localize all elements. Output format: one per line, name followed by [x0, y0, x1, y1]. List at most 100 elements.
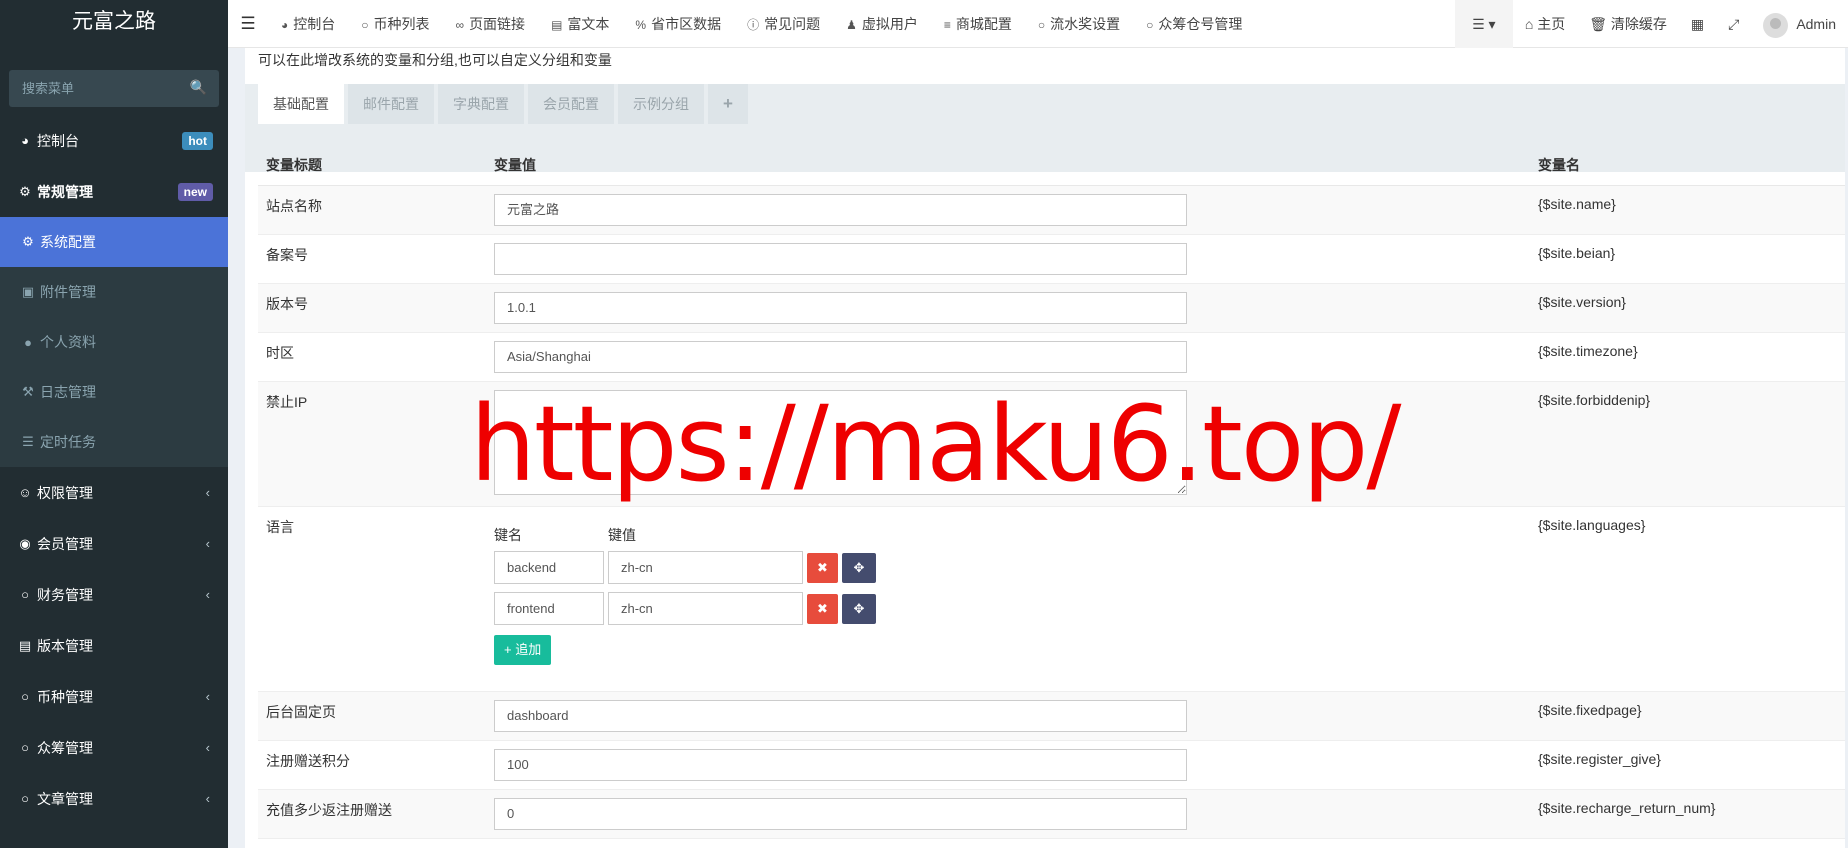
- sidebar-item-label: 附件管理: [40, 284, 96, 300]
- nav-tab-dashboard[interactable]: ◕ 控制台: [268, 0, 348, 48]
- close-icon: ✖: [817, 559, 828, 575]
- trash-icon: 🗑: [1589, 16, 1607, 32]
- row-var: {$site.name}: [1538, 196, 1616, 212]
- row-title: 禁止IP: [266, 394, 308, 410]
- user-menu[interactable]: Admin: [1751, 0, 1848, 48]
- sidebar: 元富之路 🔍 ◕ 控制台 hot ⚙ 常规管理 new ⚙ 系统配置 ▣ 附件管…: [0, 0, 228, 848]
- tab-email[interactable]: 邮件配置: [348, 84, 434, 124]
- home-link[interactable]: ⌂ 主页: [1513, 0, 1577, 48]
- sidebar-item-label: 日志管理: [40, 384, 96, 400]
- dashboard-icon: ◕: [21, 133, 29, 148]
- sidebar-item-auth[interactable]: ☺ 权限管理 ‹: [0, 467, 228, 518]
- row-var: {$site.fixedpage}: [1538, 702, 1642, 718]
- nav-tab-virtual-users[interactable]: ♟ 虚拟用户: [833, 0, 931, 48]
- row-title: 语言: [266, 519, 294, 535]
- user-icon: ●: [24, 334, 32, 350]
- hot-badge: hot: [182, 131, 213, 150]
- sidebar-item-finance[interactable]: ○ 财务管理 ‹: [0, 569, 228, 620]
- value-input[interactable]: zh-cn: [608, 551, 803, 584]
- nav-tab-regions[interactable]: % 省市区数据: [622, 0, 734, 48]
- chevron-left-icon: ‹: [205, 485, 210, 500]
- sidebar-item-attachments[interactable]: ▣ 附件管理: [0, 267, 228, 317]
- register-give-input[interactable]: 100: [494, 749, 1187, 781]
- append-button[interactable]: + 追加: [494, 635, 552, 665]
- home-label: 主页: [1537, 16, 1566, 32]
- value-label: 键值: [608, 527, 636, 543]
- fixedpage-input[interactable]: dashboard: [494, 700, 1187, 732]
- sidebar-item-general[interactable]: ⚙ 常规管理 new: [0, 166, 228, 217]
- search-icon[interactable]: 🔍: [190, 79, 207, 96]
- drag-handle[interactable]: ✥: [842, 593, 876, 624]
- nav-tab-label: 币种列表: [373, 15, 430, 32]
- sidebar-item-cron[interactable]: ☰ 定时任务: [0, 417, 228, 467]
- gavel-icon: ⚒: [22, 384, 34, 399]
- fullscreen-button[interactable]: ⤢: [1716, 0, 1751, 48]
- circle-icon: ○: [21, 689, 29, 704]
- sidebar-item-system-config[interactable]: ⚙ 系统配置: [0, 217, 228, 267]
- tab-dictionary[interactable]: 字典配置: [438, 84, 524, 124]
- menu-search-input[interactable]: [9, 70, 219, 107]
- append-label: 追加: [515, 642, 542, 657]
- nav-tab-shop-config[interactable]: ≡ 商城配置: [931, 0, 1025, 48]
- recharge-return-input[interactable]: 0: [494, 798, 1187, 830]
- remove-row-button[interactable]: ✖: [807, 593, 838, 624]
- nav-tab-richtext[interactable]: ▤ 富文本: [538, 0, 622, 48]
- sidebar-item-dashboard[interactable]: ◕ 控制台 hot: [0, 115, 228, 166]
- sidebar-item-label: 常规管理: [37, 183, 93, 200]
- nav-tab-currency-list[interactable]: ○ 币种列表: [348, 0, 442, 48]
- new-badge: new: [177, 182, 213, 201]
- nav-tab-flow-reward[interactable]: ○ 流水奖设置: [1025, 0, 1133, 48]
- sidebar-item-logs[interactable]: ⚒ 日志管理: [0, 367, 228, 417]
- sidebar-item-label: 文章管理: [37, 790, 93, 807]
- language-button[interactable]: ▦: [1679, 0, 1716, 48]
- version-input[interactable]: 1.0.1: [494, 292, 1187, 324]
- row-var: {$site.languages}: [1538, 517, 1646, 533]
- sidebar-item-label: 系统配置: [40, 234, 96, 250]
- brand-name: 元富之路: [72, 10, 156, 33]
- kv-row: backend zh-cn ✖ ✥: [494, 551, 1538, 584]
- clear-cache-label: 清除缓存: [1610, 16, 1667, 32]
- table-row: 时区 Asia/Shanghai {$site.timezone}: [258, 333, 1845, 382]
- close-icon: ✖: [817, 600, 828, 616]
- clear-cache-button[interactable]: 🗑 清除缓存: [1577, 0, 1679, 48]
- sidebar-item-label: 众筹管理: [37, 739, 93, 756]
- beian-input[interactable]: [494, 243, 1187, 275]
- sidebar-item-members[interactable]: ◉ 会员管理 ‹: [0, 518, 228, 569]
- tab-basic[interactable]: 基础配置: [258, 84, 344, 124]
- value-input[interactable]: zh-cn: [608, 592, 803, 625]
- tab-member[interactable]: 会员配置: [528, 84, 614, 124]
- chevron-left-icon: ‹: [205, 791, 210, 806]
- timezone-input[interactable]: Asia/Shanghai: [494, 341, 1187, 373]
- sidebar-item-currency[interactable]: ○ 币种管理 ‹: [0, 671, 228, 722]
- site-name-input[interactable]: 元富之路: [494, 194, 1187, 226]
- tabs-dropdown-button[interactable]: ☰ ▾: [1454, 0, 1513, 48]
- avatar: [1763, 12, 1789, 38]
- forbidden-ip-textarea[interactable]: [494, 390, 1187, 495]
- circle-icon: ○: [1146, 17, 1154, 32]
- add-tab-button[interactable]: +: [708, 84, 748, 124]
- tab-example[interactable]: 示例分组: [618, 84, 704, 124]
- sidebar-item-crowdfunding[interactable]: ○ 众筹管理 ‹: [0, 722, 228, 773]
- menu-toggle-icon[interactable]: ☰: [228, 14, 268, 34]
- user-circle-icon: ◉: [19, 535, 31, 551]
- table-row: 版本号 1.0.1 {$site.version}: [258, 284, 1845, 333]
- sidebar-item-label: 定时任务: [40, 434, 96, 450]
- circle-icon: ○: [21, 587, 29, 602]
- main-content: 可以在此增改系统的变量和分组,也可以自定义分组和变量 基础配置 邮件配置 字典配…: [245, 48, 1845, 848]
- sidebar-item-label: 会员管理: [37, 535, 93, 552]
- nav-tab-crowdfunding-warehouse[interactable]: ○ 众筹仓号管理: [1133, 0, 1255, 48]
- drag-handle[interactable]: ✥: [842, 552, 876, 583]
- header-title: 变量标题: [266, 156, 322, 173]
- nav-tab-faq[interactable]: ⓘ 常见问题: [734, 0, 833, 48]
- nav-tab-page-links[interactable]: ∞ 页面链接: [443, 0, 539, 48]
- remove-row-button[interactable]: ✖: [807, 552, 838, 583]
- cogs-icon: ⚙: [19, 183, 31, 199]
- chevron-left-icon: ‹: [205, 740, 210, 755]
- brand-logo[interactable]: 元富之路: [0, 0, 228, 48]
- sidebar-item-articles[interactable]: ○ 文章管理 ‹: [0, 773, 228, 824]
- key-input[interactable]: frontend: [494, 592, 604, 625]
- sidebar-item-profile[interactable]: ● 个人资料: [0, 317, 228, 367]
- user-name: Admin: [1796, 16, 1836, 32]
- key-input[interactable]: backend: [494, 551, 604, 584]
- sidebar-item-version[interactable]: ▤ 版本管理: [0, 620, 228, 671]
